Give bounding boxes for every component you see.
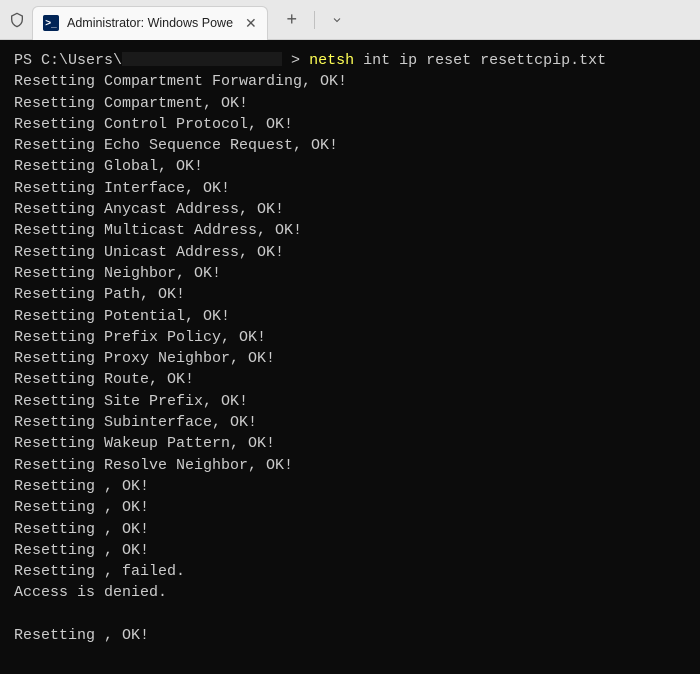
terminal-output[interactable]: PS C:\Users\ > netsh int ip reset resett… [0, 40, 700, 674]
prompt-arrow: > [291, 52, 300, 69]
close-icon[interactable]: ✕ [245, 16, 257, 30]
divider [314, 11, 315, 29]
tab[interactable]: >_ Administrator: Windows Powe ✕ [32, 6, 268, 40]
command-highlight: netsh [309, 52, 354, 69]
tab-dropdown-button[interactable] [321, 4, 353, 36]
tab-title: Administrator: Windows Powe [67, 16, 233, 30]
prompt-username-redacted [122, 52, 282, 66]
shield-icon [8, 11, 26, 29]
titlebar: >_ Administrator: Windows Powe ✕ + [0, 0, 700, 40]
powershell-icon: >_ [43, 15, 59, 31]
new-tab-button[interactable]: + [276, 4, 308, 36]
titlebar-buttons: + [276, 4, 353, 36]
output-lines: Resetting Compartment Forwarding, OK! Re… [14, 71, 686, 646]
command-rest: int ip reset resettcpip.txt [354, 52, 606, 69]
prompt-prefix: PS C:\Users\ [14, 52, 122, 69]
